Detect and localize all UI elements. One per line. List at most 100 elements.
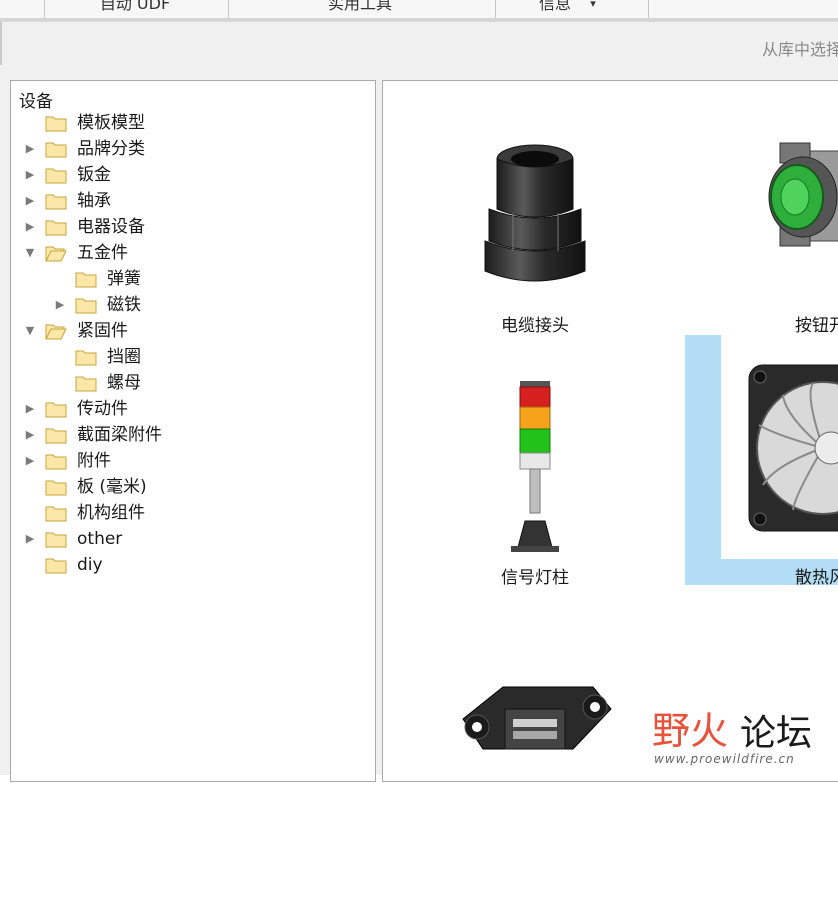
menu-utilities[interactable]: 实用工具	[290, 0, 430, 16]
tree-item[interactable]: ▶ 传动件	[23, 396, 343, 422]
tree-item-label: 品牌分类	[77, 139, 145, 159]
watermark-brand-part2: 论坛	[740, 713, 813, 754]
tree-item-label: 磁铁	[107, 295, 141, 315]
folder-icon	[45, 454, 67, 470]
expand-down-icon[interactable]: ▼	[23, 240, 37, 266]
cooling-fan-icon	[748, 364, 838, 532]
tree-item[interactable]: ▶ 电器设备	[23, 214, 343, 240]
watermark-logo: 野火 论坛 www.proewildfire.cn	[652, 690, 832, 770]
tree-item[interactable]: 挡圈	[53, 344, 373, 370]
gallery-item-cable-gland[interactable]: 电缆接头	[413, 101, 663, 351]
watermark-url: www.proewildfire.cn	[654, 752, 795, 766]
folder-icon	[45, 142, 67, 158]
tree-item[interactable]: 模板模型	[23, 110, 343, 136]
tree-item[interactable]: 板 (毫米)	[23, 474, 343, 500]
gallery-item-label: 按钮开关	[795, 316, 838, 336]
folder-icon	[75, 298, 97, 314]
folder-icon	[45, 220, 67, 236]
folder-icon	[45, 532, 67, 548]
expand-right-icon	[23, 552, 37, 578]
expand-right-icon[interactable]: ▶	[23, 448, 37, 474]
tree-item[interactable]: ▶ 磁铁	[53, 292, 373, 318]
expand-right-icon	[53, 344, 67, 370]
folder-icon	[45, 168, 67, 184]
expand-right-icon	[53, 370, 67, 396]
tree-item[interactable]: ▶ 截面梁附件	[23, 422, 343, 448]
folder-icon	[45, 194, 67, 210]
signal-tower-icon	[511, 381, 559, 552]
tree-item[interactable]: ▶ 钣金	[23, 162, 343, 188]
part-gallery[interactable]: 电缆接头 按钮开关 信号灯柱	[382, 80, 838, 782]
folder-icon	[45, 480, 67, 496]
tree-item[interactable]: 弹簧	[53, 266, 373, 292]
tree-item[interactable]: diy	[23, 552, 343, 578]
folder-open-icon	[45, 324, 67, 340]
tree-item-label: 附件	[77, 451, 111, 471]
expand-right-icon[interactable]: ▶	[23, 162, 37, 188]
tree-item-label: 紧固件	[77, 321, 128, 341]
gallery-item-label: 电缆接头	[501, 316, 569, 336]
tree-item[interactable]: ▶ 品牌分类	[23, 136, 343, 162]
tree-root-label[interactable]: 设备	[19, 87, 53, 112]
toolbar: 从库中选择	[0, 21, 838, 66]
toolbar-edge	[0, 22, 2, 66]
tree-item[interactable]: 螺母	[53, 370, 373, 396]
tree-item-label: 机构组件	[77, 503, 145, 523]
folder-icon	[75, 376, 97, 392]
folder-icon	[45, 428, 67, 444]
watermark-brand-part1: 野火	[652, 709, 729, 753]
tree-item[interactable]: ▼ 五金件	[23, 240, 343, 266]
tree-item[interactable]: 机构组件	[23, 500, 343, 526]
folder-icon	[75, 350, 97, 366]
gallery-item-label: 信号灯柱	[501, 568, 569, 588]
tree-item-label: diy	[77, 555, 103, 575]
expand-right-icon	[23, 110, 37, 136]
menu-info[interactable]: 信息	[520, 0, 590, 16]
expand-right-icon[interactable]: ▶	[23, 526, 37, 552]
gallery-item-push-button[interactable]: 按钮开关	[685, 101, 838, 351]
tree-item-label: 钣金	[77, 165, 111, 185]
expand-right-icon[interactable]: ▶	[23, 136, 37, 162]
tree-item-label: 模板模型	[77, 113, 145, 133]
tree-item-label: 传动件	[77, 399, 128, 419]
folder-icon	[75, 272, 97, 288]
tree-item-label: 弹簧	[107, 269, 141, 289]
category-tree[interactable]: 设备 模板模型 ▶ 品牌分类 ▶ 钣金 ▶ 轴承 ▶ 电器设备 ▼ 五金件弹簧 ▶ 磁铁 ▼ 紧固件挡圈螺母…	[10, 80, 376, 782]
tree-item-label: 螺母	[107, 373, 141, 393]
gallery-item-signal-tower[interactable]: 信号灯柱	[413, 361, 663, 611]
tree-item-label: 截面梁附件	[77, 425, 162, 445]
folder-icon	[45, 506, 67, 522]
tree-item-label: 电器设备	[77, 217, 145, 237]
menu-separator	[44, 0, 45, 18]
expand-right-icon	[23, 474, 37, 500]
menu-separator	[495, 0, 496, 18]
tree-item[interactable]: ▶ other	[23, 526, 343, 552]
tree-item[interactable]: ▶ 附件	[23, 448, 343, 474]
expand-right-icon[interactable]: ▶	[23, 422, 37, 448]
tree-item[interactable]: ▶ 轴承	[23, 188, 343, 214]
tree-item-label: 板 (毫米)	[77, 477, 147, 497]
tree-item-label: 五金件	[77, 243, 128, 263]
expand-right-icon	[53, 266, 67, 292]
menu-separator	[228, 0, 229, 18]
library-hint-text: 从库中选择	[761, 40, 838, 59]
expand-right-icon	[23, 500, 37, 526]
push-button-icon	[768, 142, 838, 247]
tree-item-label: 轴承	[77, 191, 111, 211]
cable-gland-icon	[484, 144, 586, 282]
expand-right-icon[interactable]: ▶	[23, 396, 37, 422]
tree-item[interactable]: ▼ 紧固件	[23, 318, 343, 344]
menu-bar: 自动 UDF 实用工具 信息 ▾	[0, 0, 838, 21]
expand-right-icon[interactable]: ▶	[23, 188, 37, 214]
folder-icon	[45, 558, 67, 574]
gallery-item-cooling-fan[interactable]: 散热风扇	[685, 335, 838, 588]
menu-separator	[648, 0, 649, 18]
expand-right-icon[interactable]: ▶	[53, 292, 67, 318]
connector-icon	[462, 686, 612, 750]
folder-icon	[45, 116, 67, 132]
expand-right-icon[interactable]: ▶	[23, 214, 37, 240]
tree-item-label: 挡圈	[107, 347, 141, 367]
menu-auto-udf[interactable]: 自动 UDF	[60, 0, 210, 16]
chevron-down-icon[interactable]: ▾	[585, 0, 601, 16]
expand-down-icon[interactable]: ▼	[23, 318, 37, 344]
